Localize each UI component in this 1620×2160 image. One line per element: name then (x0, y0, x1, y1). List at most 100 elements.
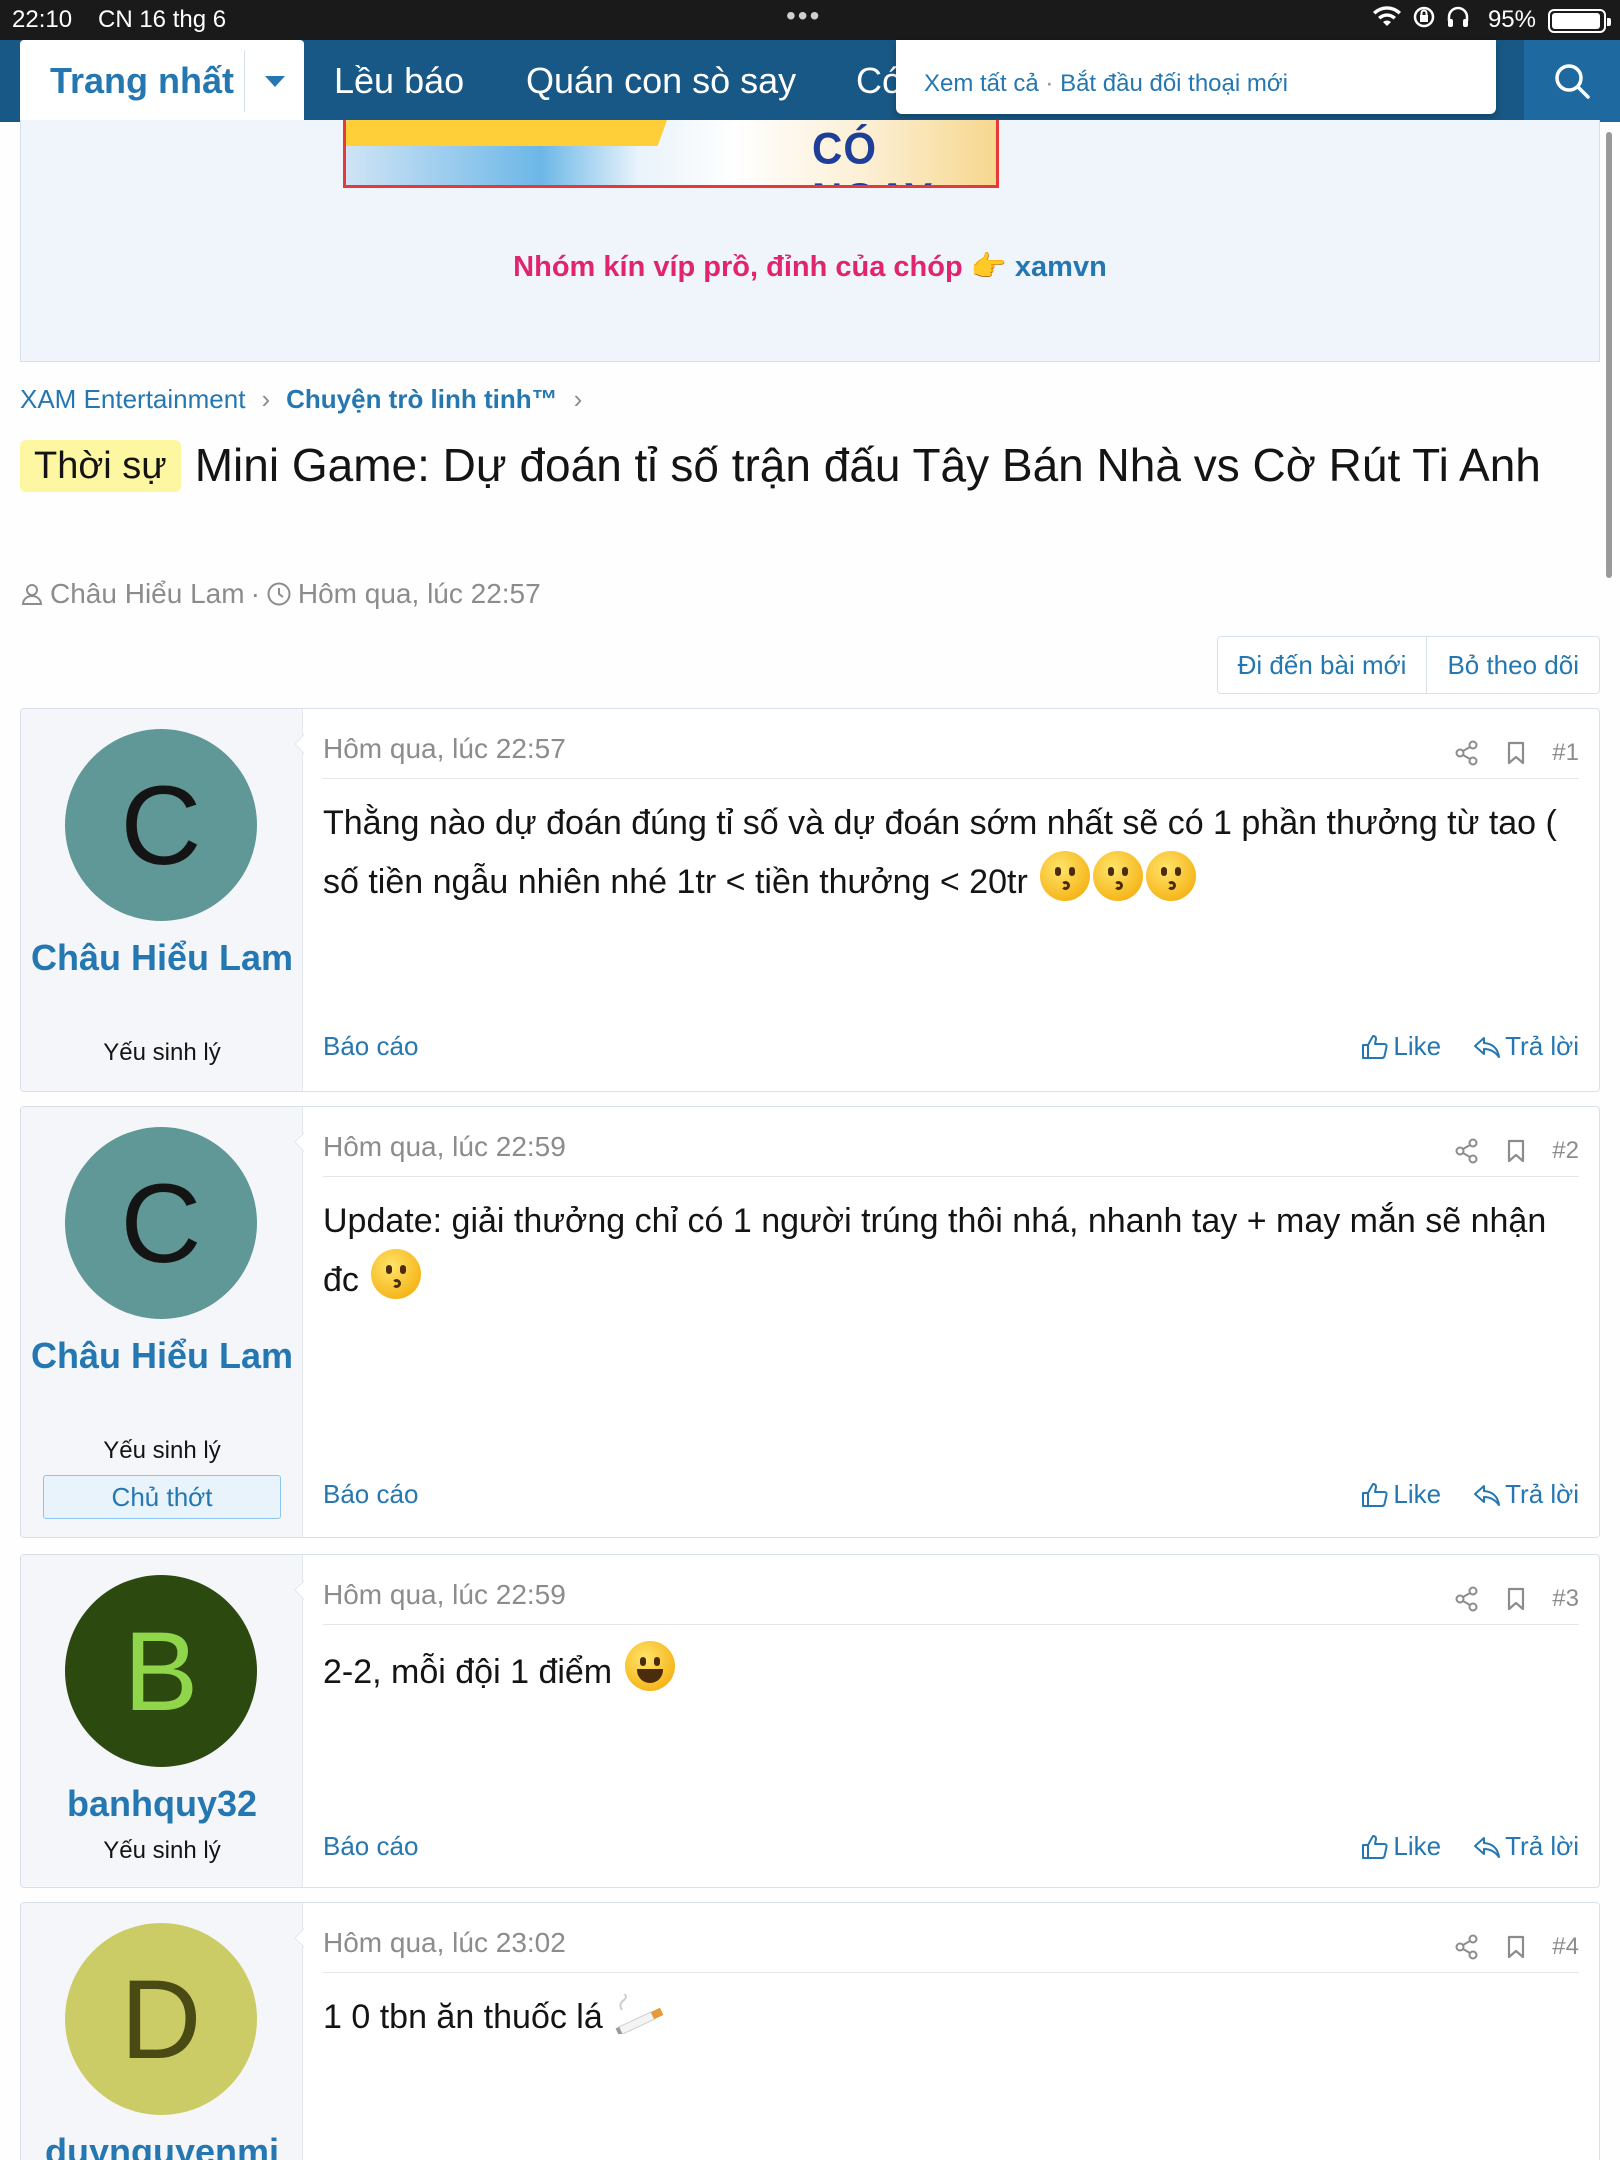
nav-home-dropdown[interactable] (244, 50, 304, 112)
share-icon[interactable] (1454, 1934, 1480, 1960)
start-conversation-link[interactable]: Bắt đầu đối thoại mới (1060, 70, 1288, 97)
thumbs-up-icon (1362, 1834, 1388, 1859)
promo-link[interactable]: xamvn (1015, 251, 1107, 283)
post-user-panel: B banhquy32 Yếu sinh lý (21, 1555, 303, 1887)
grinning-emoji-icon (624, 1641, 675, 1691)
like-button[interactable]: Like (1361, 1479, 1441, 1510)
report-link[interactable]: Báo cáo (323, 1031, 418, 1062)
kissing-emoji-icon (371, 1249, 422, 1299)
thread-meta: Châu Hiểu Lam · Hôm qua, lúc 22:57 (20, 578, 541, 610)
ad-banner-text: CÓ NGAY (812, 123, 933, 185)
post-number[interactable]: #2 (1552, 1137, 1579, 1165)
bookmark-icon[interactable] (1504, 1586, 1528, 1612)
post-number[interactable]: #3 (1552, 1585, 1579, 1613)
thread-title-text: Mini Game: Dự đoán tỉ số trận đấu Tây Bá… (194, 439, 1541, 491)
post-body: Thằng nào dự đoán đúng tỉ số và dự đoán … (323, 795, 1579, 910)
share-icon[interactable] (1454, 1586, 1480, 1612)
thread-date[interactable]: Hôm qua, lúc 22:57 (298, 578, 541, 610)
share-icon[interactable] (1454, 1138, 1480, 1164)
post-4: D duynguyenmi Hôm qua, lúc 23:02 #4 1 0 … (20, 1902, 1600, 2160)
user-icon (21, 584, 43, 605)
search-icon (1555, 64, 1590, 99)
post-number[interactable]: #4 (1552, 1933, 1579, 1961)
post-text: Update: giải thưởng chỉ có 1 người trúng… (323, 1202, 1547, 1299)
report-link[interactable]: Báo cáo (323, 1831, 418, 1862)
battery-percent: 95% (1487, 6, 1536, 33)
reply-button[interactable]: Trả lời (1473, 1031, 1579, 1062)
thumbs-up-icon (1362, 1482, 1388, 1507)
username[interactable]: Châu Hiểu Lam (21, 1331, 303, 1381)
post-text: 2-2, mỗi đội 1 điểm (323, 1653, 613, 1691)
multitasking-dots[interactable]: ••• (786, 0, 821, 32)
like-button[interactable]: Like (1361, 1831, 1441, 1862)
avatar[interactable]: C (65, 1127, 257, 1319)
thread-author[interactable]: Châu Hiểu Lam (50, 578, 245, 610)
kissing-emoji-icon (1040, 851, 1091, 901)
ad-banner[interactable]: CÓ NGAY (343, 120, 999, 188)
status-time: 22:10 (12, 6, 73, 33)
bookmark-icon[interactable] (1504, 1138, 1528, 1164)
nav-home-tab[interactable]: Trang nhất (20, 40, 304, 122)
meta-separator: · (250, 578, 260, 609)
post-body: Update: giải thưởng chỉ có 1 người trúng… (323, 1193, 1579, 1308)
avatar[interactable]: B (65, 1575, 257, 1767)
post-body: 2-2, mỗi đội 1 điểm (323, 1641, 1579, 1700)
username[interactable]: Châu Hiểu Lam (21, 933, 303, 983)
username[interactable]: banhquy32 (21, 1779, 303, 1829)
kissing-emoji-icon (1146, 851, 1197, 901)
avatar[interactable]: D (65, 1923, 257, 2115)
reply-icon (1474, 1836, 1501, 1858)
post-3: B banhquy32 Yếu sinh lý Hôm qua, lúc 22:… (20, 1554, 1600, 1888)
post-text: Thằng nào dự đoán đúng tỉ số và dự đoán … (323, 804, 1557, 901)
search-button[interactable] (1524, 40, 1620, 122)
post-user-panel: C Châu Hiểu Lam Yếu sinh lý (21, 709, 303, 1091)
breadcrumb-item-xam-entertainment[interactable]: XAM Entertainment (20, 384, 245, 415)
user-title: Yếu sinh lý (103, 1837, 221, 1864)
cigarette-emoji-icon (615, 1994, 664, 2034)
popup-separator: · (1045, 70, 1054, 97)
like-button[interactable]: Like (1361, 1031, 1441, 1062)
status-date: CN 16 thg 6 (98, 6, 227, 33)
conversations-popup: Xem tất cả · Bắt đầu đối thoại mới (896, 40, 1496, 114)
post-date[interactable]: Hôm qua, lúc 22:57 (323, 733, 566, 765)
user-title: Yếu sinh lý (103, 1039, 221, 1066)
wifi-icon (1373, 6, 1401, 27)
share-icon[interactable] (1454, 740, 1480, 766)
post-date[interactable]: Hôm qua, lúc 22:59 (323, 1579, 566, 1611)
bookmark-icon[interactable] (1504, 1934, 1528, 1960)
headphones-icon (1447, 6, 1469, 27)
bookmark-icon[interactable] (1504, 740, 1528, 766)
caret-down-icon (264, 75, 285, 87)
post-date[interactable]: Hôm qua, lúc 22:59 (323, 1131, 566, 1163)
kissing-emoji-icon (1093, 851, 1144, 901)
chevron-right-icon: › (261, 384, 271, 414)
ad-block: CÓ NGAY Nhóm kín víp prồ, đỉnh của chóp … (20, 120, 1600, 362)
breadcrumb: XAM Entertainment › Chuyện trò linh tinh… (20, 384, 598, 415)
post-2: C Châu Hiểu Lam Yếu sinh lý Chủ thớt Hôm… (20, 1106, 1600, 1538)
clock-icon (267, 582, 291, 606)
chevron-right-icon: › (573, 384, 583, 414)
battery-icon (1548, 9, 1611, 33)
page-title: Thời sự Mini Game: Dự đoán tỉ số trận đấu… (20, 432, 1600, 498)
nav-item-quan-con-so-say[interactable]: Quán con sò say (526, 60, 796, 102)
view-all-link[interactable]: Xem tất cả (924, 70, 1039, 97)
user-title: Yếu sinh lý (103, 1437, 221, 1464)
rotation-lock-icon (1413, 6, 1435, 28)
post-date[interactable]: Hôm qua, lúc 23:02 (323, 1927, 566, 1959)
reply-button[interactable]: Trả lời (1473, 1479, 1579, 1510)
go-to-new-posts-button[interactable]: Đi đến bài mới (1218, 637, 1427, 693)
username[interactable]: duynguyenmi (21, 2127, 303, 2160)
reply-icon (1474, 1484, 1501, 1506)
reply-button[interactable]: Trả lời (1473, 1831, 1579, 1862)
nav-home-label: Trang nhất (50, 60, 235, 101)
avatar[interactable]: C (65, 729, 257, 921)
unwatch-button[interactable]: Bỏ theo dõi (1426, 637, 1599, 693)
post-number[interactable]: #1 (1552, 739, 1579, 767)
thumbs-up-icon (1362, 1034, 1388, 1059)
breadcrumb-item-chuyen-tro[interactable]: Chuyện trò linh tinh™ (286, 384, 558, 415)
report-link[interactable]: Báo cáo (323, 1479, 418, 1510)
nav-item-leu-bao[interactable]: Lều báo (334, 60, 464, 102)
thread-button-group: Đi đến bài mới Bỏ theo dõi (1216, 636, 1600, 694)
page-scrollbar[interactable] (1606, 132, 1612, 578)
thread-prefix-badge[interactable]: Thời sự (20, 440, 181, 492)
